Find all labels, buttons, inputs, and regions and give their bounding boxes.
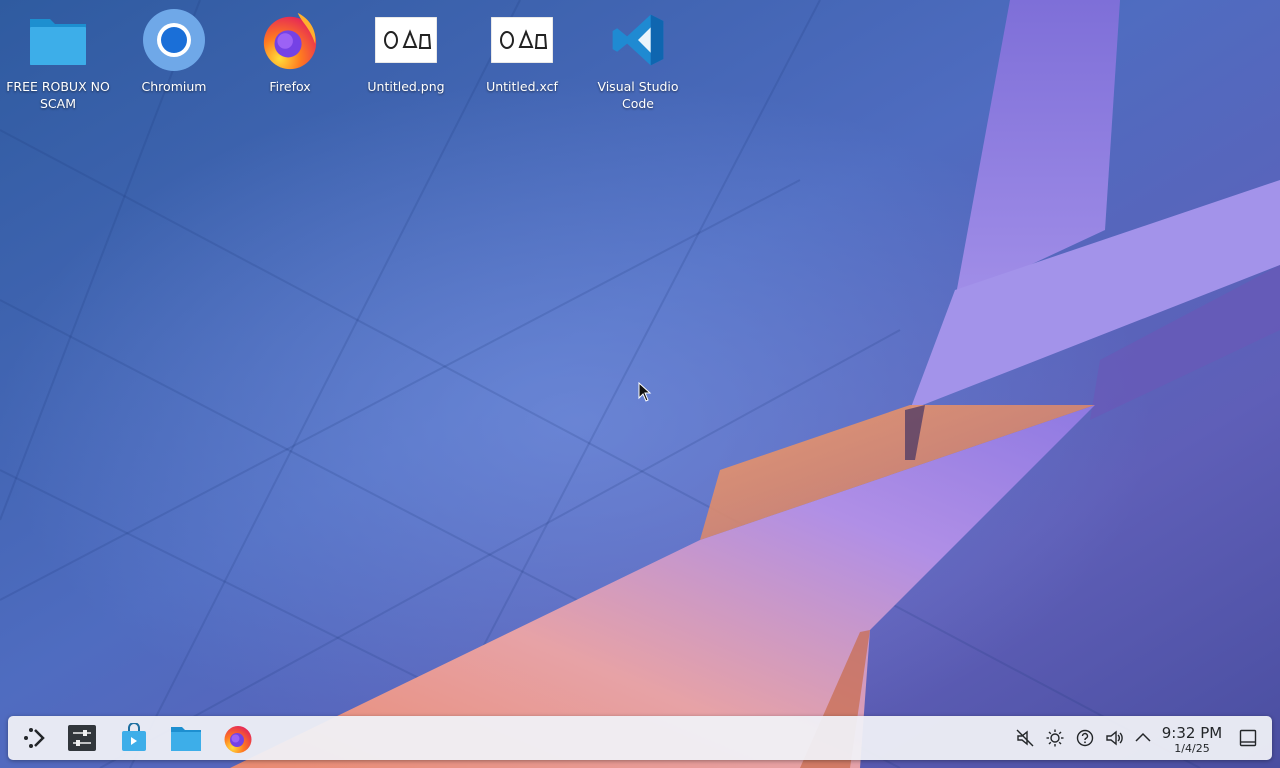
app-launcher-icon <box>24 728 45 748</box>
brightness-tray-button[interactable] <box>1044 727 1066 749</box>
system-settings-icon <box>68 725 96 751</box>
firefox-icon <box>224 726 252 753</box>
desktop-icon-label: Chromium <box>141 79 207 94</box>
help-icon <box>1076 729 1094 747</box>
desktop-icon-label: Untitled.png <box>367 79 445 94</box>
muted-speaker-icon <box>1016 729 1034 747</box>
desktop-icon-visual-studio-code[interactable]: Visual Studio Code <box>583 8 693 112</box>
desktop-icon-label: Untitled.xcf <box>486 79 558 94</box>
clock-time: 9:32 PM <box>1161 723 1223 742</box>
chevron-up-icon <box>1135 732 1151 742</box>
desktop-icon-label: Firefox <box>269 79 311 94</box>
brightness-icon <box>1046 729 1064 747</box>
application-launcher-button[interactable] <box>16 720 52 756</box>
discover-store-icon <box>122 723 146 751</box>
task-system-settings[interactable] <box>64 720 100 756</box>
firefox-icon <box>258 8 322 72</box>
desktop-icon-label: Visual Studio Code <box>597 79 679 111</box>
desktop-icon-firefox[interactable]: Firefox <box>235 8 345 95</box>
help-tray-button[interactable] <box>1074 727 1096 749</box>
volume-icon <box>1106 730 1123 746</box>
clock-date: 1/4/25 <box>1174 741 1210 755</box>
desktop-icon-label: FREE ROBUX NO SCAM <box>6 79 110 111</box>
desktop-icon-untitled-png[interactable]: Untitled.png <box>351 8 461 95</box>
mouse-cursor-icon <box>638 382 652 402</box>
volume-tray-button[interactable] <box>1104 727 1126 749</box>
image-icon <box>374 8 438 72</box>
folder-icon <box>26 8 90 72</box>
taskbar-panel: 9:32 PM 1/4/25 <box>8 716 1272 760</box>
vscode-icon <box>606 8 670 72</box>
microphone-muted-tray-button[interactable] <box>1014 727 1036 749</box>
task-firefox[interactable] <box>220 720 256 756</box>
task-file-manager[interactable] <box>168 720 204 756</box>
file-manager-icon <box>171 727 201 751</box>
task-discover[interactable] <box>116 720 152 756</box>
desktop-icon-free-robux-folder[interactable]: FREE ROBUX NO SCAM <box>3 8 113 112</box>
show-desktop-icon <box>1239 729 1257 747</box>
show-hidden-icons-button[interactable] <box>1132 727 1154 749</box>
image-icon <box>490 8 554 72</box>
show-desktop-button[interactable] <box>1236 726 1260 750</box>
desktop-icon-chromium[interactable]: Chromium <box>119 8 229 95</box>
digital-clock[interactable]: 9:32 PM 1/4/25 <box>1158 722 1226 756</box>
chromium-icon <box>142 8 206 72</box>
desktop-icon-untitled-xcf[interactable]: Untitled.xcf <box>467 8 577 95</box>
